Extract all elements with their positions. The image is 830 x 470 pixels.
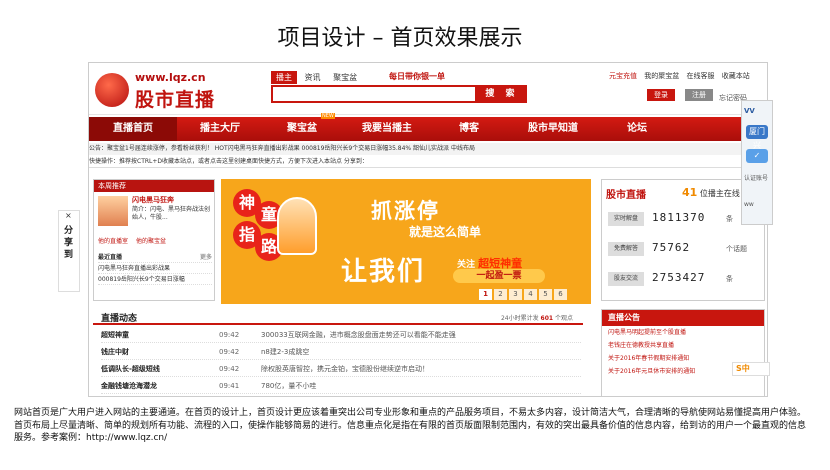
recent-live-list: 最近直播 更多 闪电黑马狂奔直播出彩战果 000819岳阳兴长9个交易日涨幅 (98, 252, 212, 285)
live-feed-header: 直播动态 24小时累计发 601 个观点 (93, 309, 583, 325)
recent-live-more[interactable]: 更多 (200, 252, 212, 262)
site-logo[interactable]: www.lqz.cn 股市直播 (95, 69, 265, 111)
banner-page-3[interactable]: 3 (509, 289, 522, 300)
logo-tv-icon (95, 73, 129, 107)
nav-blog[interactable]: 博客 (433, 117, 505, 141)
banner-cartoon-boy (277, 197, 317, 255)
banner-pill: 一起盈一票 (453, 269, 545, 283)
close-icon[interactable]: × (65, 211, 72, 220)
stats-logo: 股市直播 (606, 190, 646, 201)
logo-url: www.lqz.cn (135, 71, 206, 84)
site-header: www.lqz.cn 股市直播 播主 资讯 聚宝盆 每日带你银一单 搜 索 元宝… (89, 63, 767, 115)
weekly-recommend-header: 本周推荐 (94, 180, 214, 192)
banner-page-2[interactable]: 2 (494, 289, 507, 300)
my-pot-link[interactable]: 我的聚宝盆 (644, 72, 679, 80)
logo-name: 股市直播 (135, 89, 216, 111)
live-feed-count: 24小时累计发 601 个观点 (500, 315, 573, 322)
verified-icon: ✓ (746, 149, 768, 163)
stat-unit: 个话题 (726, 245, 747, 253)
search-tab-news[interactable]: 资讯 (300, 71, 326, 84)
stat-label: 实时解盘 (608, 212, 644, 226)
stat-value: 2753427 (652, 271, 706, 284)
promo-banner[interactable]: 神 童 指 路 抓涨停 就是这么简单 让我们 关注 超短神童 一起盈一票 123… (221, 179, 591, 304)
search-tabs: 播主 资讯 聚宝盆 (271, 71, 362, 84)
live-row[interactable]: 金融钱塘沧海潜龙 09:41 780亿，量不小哇 (101, 378, 581, 394)
support-link[interactable]: 在线客服 (686, 72, 714, 80)
nav-home[interactable]: 直播首页 (89, 117, 177, 141)
website-screenshot: www.lqz.cn 股市直播 播主 资讯 聚宝盆 每日带你银一单 搜 索 元宝… (88, 62, 768, 397)
live-row[interactable]: 钱庄中财 09:42 n8建2-3成跳空 (101, 344, 581, 360)
nav-hall[interactable]: 播主大厅 (177, 117, 263, 141)
stat-row: 股友交流 2753427 条 (608, 270, 762, 288)
banner-page-4[interactable]: 4 (524, 289, 537, 300)
online-host-count: 41 位播主在线 (682, 186, 740, 199)
host-intro: 简介：闪电、黑马狂奔战法创始人，牛股... (132, 206, 211, 221)
slide-description: 网站首页是广大用户进入网站的主要通道。在首页的设计上，首页设计更应该着重突出公司… (14, 408, 807, 443)
banner-main: 让我们 (341, 257, 426, 287)
side-sub: 认证账号 (744, 175, 769, 182)
live-row[interactable]: 低调队长-超级短线 09:42 除权股英唐智控，携元金铂，宝德股份继续逆市启动！ (101, 361, 581, 377)
host-name[interactable]: 闪电黑马狂奔 (132, 195, 174, 205)
recent-live-item[interactable]: 000819岳阳兴长9个交易日涨幅 (98, 274, 212, 285)
side-label: 厦门兴 (746, 125, 768, 150)
host-avatar[interactable] (98, 196, 128, 226)
slogan: 每日带你银一单 (389, 72, 445, 81)
nav-morning[interactable]: 股市早知道 (505, 117, 601, 141)
search-tab-pot[interactable]: 聚宝盆 (328, 71, 362, 84)
weekly-recommend: 本周推荐 闪电黑马狂奔 简介：闪电、黑马狂奔战法创始人，牛股... 他的直播室 … (93, 179, 215, 301)
stat-row: 实时解盘 1811370 条 (608, 210, 762, 228)
host-pot-link[interactable]: 他的聚宝盆 (136, 238, 166, 245)
banner-page-6[interactable]: 6 (554, 289, 567, 300)
nav-pot[interactable]: 聚宝盆 (263, 117, 341, 141)
banner-pager: 123456 (479, 289, 569, 300)
shortcut-bar: 快捷操作：推荐按CTRL+D收藏本站点，或者点击这里创建桌面快捷方式，方便下次进… (89, 156, 767, 168)
live-row[interactable]: 超短神童 09:42 300033互联网金融，进市概念股盘面走势还可以看能不能走强 (101, 327, 581, 343)
notice-item[interactable]: 闪电黑马明起提前至个股直播 (602, 326, 764, 339)
stat-label: 股友交流 (608, 272, 644, 286)
stat-unit: 条 (726, 275, 733, 283)
banner-headline: 抓涨停 (371, 199, 440, 223)
banner-subline: 就是这么简单 (409, 225, 482, 239)
stat-value: 1811370 (652, 211, 706, 224)
bookmark-link[interactable]: 收藏本站 (722, 72, 750, 80)
side-brand: VV (744, 107, 755, 115)
search-input[interactable] (271, 85, 477, 103)
slide-title: 项目设计 – 首页效果展示 (277, 26, 523, 51)
stat-value: 75762 (652, 241, 691, 254)
recent-live-header: 最近直播 更多 (98, 252, 212, 263)
banner-page-5[interactable]: 5 (539, 289, 552, 300)
announcement-ticker[interactable]: 公告：聚宝盆1号届连续涨停，参看粉丝获利！ HOT闪电黑马狂奔直播出彩战果 00… (89, 143, 767, 155)
stat-row: 免费解答 75762 个话题 (608, 240, 762, 258)
recharge-link[interactable]: 元宝充值 (609, 72, 637, 80)
top-links: 元宝充值 我的聚宝盆 在线客服 收藏本站 (609, 71, 755, 81)
banner-page-1[interactable]: 1 (479, 289, 492, 300)
recent-live-item[interactable]: 闪电黑马狂奔直播出彩战果 (98, 263, 212, 274)
main-nav: 直播首页 播主大厅 聚宝盆 NEW 我要当播主 博客 股市早知道 论坛 (89, 113, 767, 141)
search-button[interactable]: 搜 索 (477, 85, 527, 103)
host-live-room-link[interactable]: 他的直播室 (98, 238, 128, 245)
nav-forum[interactable]: 论坛 (601, 117, 673, 141)
share-vertical-tab[interactable]: × 分享到 (58, 210, 80, 292)
s5-badge[interactable]: S中 (732, 362, 770, 376)
live-feed: 直播动态 24小时累计发 601 个观点 超短神童 09:42 300033互联网金… (93, 309, 583, 396)
live-feed-title: 直播动态 (101, 314, 138, 324)
login-button[interactable]: 登录 (647, 89, 675, 101)
stat-unit: 条 (726, 215, 733, 223)
register-button[interactable]: 注册 (685, 89, 713, 101)
hot-badge: NEW (321, 113, 335, 119)
live-notice: 直播公告 闪电黑马明起提前至个股直播 老钱庄在德教授共享直播 关于2016年春节… (601, 309, 765, 396)
side-widget[interactable]: VV 厦门兴 ✓ 认证账号 ww (741, 100, 773, 225)
search-tab-host[interactable]: 播主 (271, 71, 297, 84)
live-notice-title: 直播公告 (602, 310, 764, 326)
stat-label: 免费解答 (608, 242, 644, 256)
side-more: ww (744, 201, 754, 208)
share-tab-text: 分享到 (64, 226, 74, 260)
host-links: 他的直播室 他的聚宝盆 (98, 236, 166, 245)
notice-item[interactable]: 老钱庄在德教授共享直播 (602, 339, 764, 352)
nav-become-host[interactable]: 我要当播主 (341, 117, 433, 141)
